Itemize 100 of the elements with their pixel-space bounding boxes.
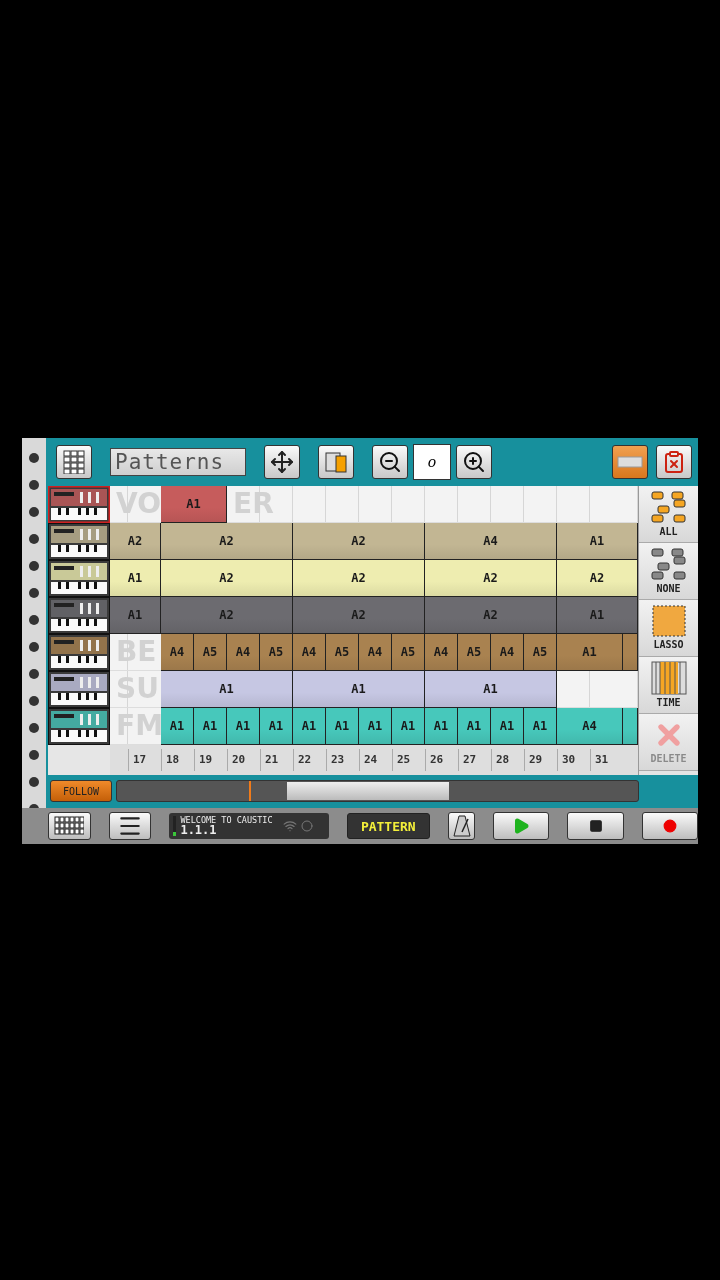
lasso-icon <box>651 605 686 638</box>
bar-number: 25 <box>392 748 425 771</box>
pattern-clip[interactable]: A1 <box>392 707 425 745</box>
pattern-clip[interactable]: A4 <box>557 707 623 745</box>
pattern-clip[interactable]: A2 <box>293 559 425 597</box>
grid-button[interactable] <box>48 812 91 841</box>
pattern-clip[interactable]: A2 <box>110 522 161 560</box>
bar-number: 29 <box>524 748 557 771</box>
pattern-clip[interactable]: A4 <box>293 633 326 671</box>
status-message: WELCOME TO CAUSTIC <box>180 815 273 825</box>
bar-number: 24 <box>359 748 392 771</box>
timeline-scrollbar[interactable] <box>116 780 639 803</box>
zoom-out-icon <box>378 449 402 474</box>
pattern-clip[interactable]: A1 <box>161 707 194 745</box>
pattern-clip[interactable]: A4 <box>425 522 557 560</box>
wifi-icon <box>282 819 297 834</box>
instrument-drawing[interactable] <box>48 596 110 634</box>
instrument-drawing[interactable] <box>48 485 110 523</box>
pattern-clip[interactable]: A4 <box>359 633 392 671</box>
play-button[interactable] <box>493 812 550 841</box>
pattern-clip[interactable]: A5 <box>326 633 359 671</box>
pattern-clip[interactable]: A1 <box>557 633 623 671</box>
pattern-clip[interactable]: A1 <box>359 707 392 745</box>
pattern-clip[interactable]: A1 <box>425 707 458 745</box>
pattern-clip[interactable]: A2 <box>161 522 293 560</box>
tool-button[interactable]: LASSO <box>639 599 698 657</box>
bar-number: 26 <box>425 748 458 771</box>
pattern-clip[interactable]: A5 <box>524 633 557 671</box>
pattern-clip[interactable]: A1 <box>491 707 524 745</box>
pattern-clip[interactable]: A1 <box>194 707 227 745</box>
blocks-icon <box>649 490 688 525</box>
pattern-clip[interactable]: A1 <box>260 707 293 745</box>
zoom-in-button[interactable] <box>456 444 492 479</box>
pattern-clip[interactable]: A1 <box>326 707 359 745</box>
play-icon <box>512 817 531 836</box>
pattern-clip[interactable]: A1 <box>425 670 557 708</box>
mode-display: Patterns <box>110 447 246 476</box>
pattern-clip[interactable]: A2 <box>557 559 638 597</box>
tool-button[interactable]: ALL <box>639 485 698 543</box>
sync-icon <box>300 820 313 833</box>
pattern-clip[interactable]: A5 <box>458 633 491 671</box>
bar-number: 17 <box>128 748 161 771</box>
pattern-clip[interactable]: A4 <box>491 633 524 671</box>
tool-button[interactable]: TIME <box>639 656 698 714</box>
bar-number: 19 <box>194 748 227 771</box>
instrument-drawing[interactable] <box>48 670 110 708</box>
grid-button[interactable] <box>56 444 92 479</box>
bar-number: 28 <box>491 748 524 771</box>
metronome-button[interactable] <box>448 812 476 841</box>
pattern-clip[interactable]: A4 <box>425 633 458 671</box>
mode-button[interactable]: PATTERN <box>346 813 430 840</box>
instrument-drawing[interactable] <box>48 522 110 560</box>
clear-clipboard-button[interactable] <box>656 444 692 479</box>
zoom-out-button[interactable] <box>372 444 408 479</box>
bar-number: 30 <box>557 748 590 771</box>
stop-button[interactable] <box>567 812 624 841</box>
bar-number: 20 <box>227 748 260 771</box>
instrument-drawing[interactable] <box>48 559 110 597</box>
pattern-clip[interactable]: A5 <box>260 633 293 671</box>
pattern-clip[interactable]: A1 <box>161 670 293 708</box>
pattern-clip[interactable] <box>623 633 638 671</box>
pattern-clip[interactable]: A2 <box>425 559 557 597</box>
zoom-value: o <box>413 443 451 480</box>
move-button[interactable] <box>264 444 300 479</box>
bar-number: 31 <box>590 748 623 771</box>
move-icon <box>270 449 294 474</box>
pattern-clip[interactable]: A1 <box>458 707 491 745</box>
pattern-clip[interactable]: A1 <box>524 707 557 745</box>
pattern-clip[interactable]: A2 <box>161 559 293 597</box>
pattern-clip[interactable]: A4 <box>227 633 260 671</box>
copy-icon <box>324 449 348 474</box>
time-select-icon <box>650 661 687 696</box>
song-position: 1.1.1 <box>180 824 218 837</box>
copy-button[interactable] <box>318 444 354 479</box>
follow-button[interactable]: FOLLOW <box>50 780 112 803</box>
pattern-clip[interactable]: A1 <box>293 707 326 745</box>
pattern-clip[interactable]: A4 <box>161 633 194 671</box>
record-icon <box>662 819 677 834</box>
instrument-drawing[interactable] <box>48 633 110 671</box>
grid-icon <box>63 449 85 474</box>
pattern-clip[interactable]: A1 <box>161 485 227 523</box>
panel-icon <box>617 455 643 468</box>
menu-button[interactable] <box>108 812 152 841</box>
clipboard-icon <box>662 449 686 474</box>
grid-icon <box>54 816 85 837</box>
pattern-clip[interactable]: A1 <box>110 559 161 597</box>
pattern-clip[interactable]: A2 <box>293 522 425 560</box>
pattern-clip[interactable]: A1 <box>293 670 425 708</box>
instrument-drawing[interactable] <box>48 707 110 745</box>
tool-button[interactable]: NONE <box>639 542 698 600</box>
pattern-clip[interactable]: A5 <box>392 633 425 671</box>
stop-icon <box>588 819 603 834</box>
pattern-clip[interactable]: A5 <box>194 633 227 671</box>
pattern-clip[interactable]: A1 <box>227 707 260 745</box>
record-button[interactable] <box>641 812 698 841</box>
pattern-clip[interactable]: A1 <box>557 522 638 560</box>
view-button[interactable] <box>612 444 648 479</box>
pattern-clip[interactable] <box>623 707 638 745</box>
bar-number: 21 <box>260 748 293 771</box>
bar-number: 27 <box>458 748 491 771</box>
